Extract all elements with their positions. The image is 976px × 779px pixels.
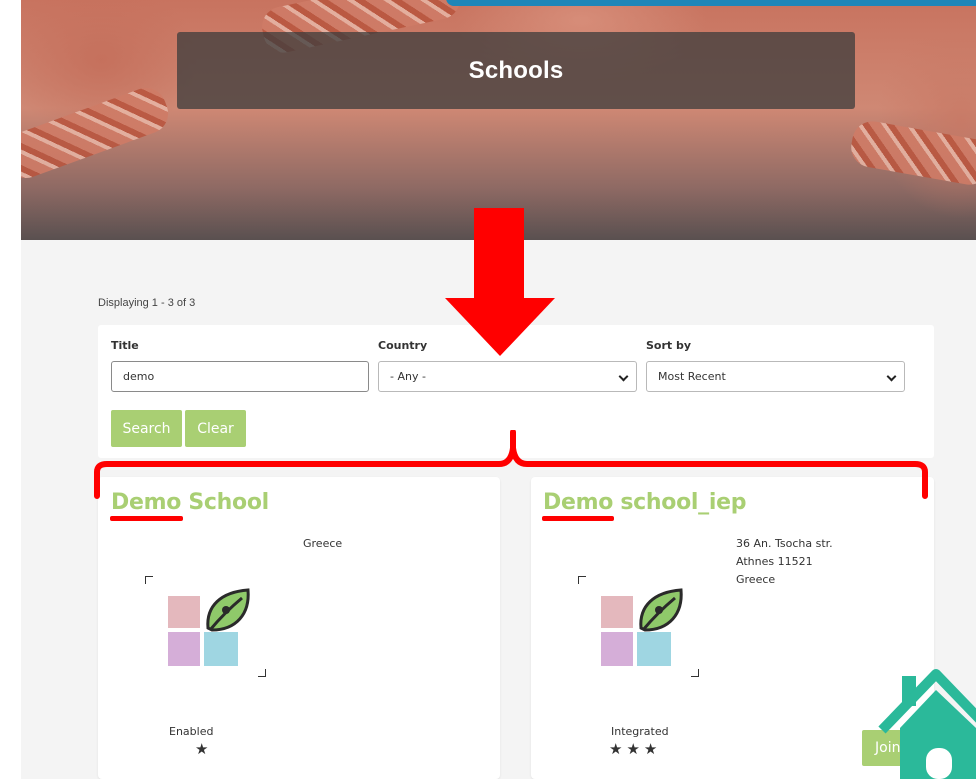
star-icon: ★★★ — [609, 741, 662, 758]
country-select-value: - Any - — [390, 370, 426, 383]
results-count: Displaying 1 - 3 of 3 — [98, 297, 196, 309]
page-title: Schools — [468, 56, 564, 84]
hero-photo-detail — [21, 82, 174, 184]
clear-button[interactable]: Clear — [185, 410, 246, 447]
school-card-address-line: Greece — [303, 537, 343, 550]
school-card-title[interactable]: Demo school_iep — [543, 490, 746, 515]
hero-photo-detail — [848, 118, 976, 188]
search-button[interactable]: Search — [111, 410, 182, 447]
sort-select-value: Most Recent — [658, 370, 726, 383]
school-card-address: 36 An. Tsocha str. Athnes 11521 Greece — [736, 535, 833, 589]
title-filter-label: Title — [111, 339, 139, 352]
page-title-bar: Schools — [177, 32, 855, 109]
address-line: Greece — [736, 573, 776, 586]
image-frame-corner — [258, 669, 266, 677]
sort-select[interactable]: Most Recent — [646, 361, 905, 392]
country-filter-label: Country — [378, 339, 428, 352]
school-card-title[interactable]: Demo School — [111, 490, 269, 515]
school-logo-icon — [601, 588, 683, 666]
sort-filter-label: Sort by — [646, 339, 692, 352]
address-line: Athnes 11521 — [736, 555, 813, 568]
chevron-down-icon — [618, 371, 629, 382]
school-logo-icon — [168, 588, 250, 666]
join-button[interactable]: Join — [862, 730, 914, 766]
school-status: Integrated — [611, 725, 669, 738]
country-select[interactable]: - Any - — [378, 361, 637, 392]
underline-annotation — [110, 516, 183, 521]
school-card — [98, 477, 500, 779]
image-frame-corner — [691, 669, 699, 677]
star-icon: ★ — [195, 741, 213, 758]
image-frame-corner — [145, 576, 153, 584]
image-frame-corner — [578, 576, 586, 584]
address-line: 36 An. Tsocha str. — [736, 537, 833, 550]
underline-annotation — [542, 516, 614, 521]
title-search-value: demo — [123, 370, 155, 383]
chevron-down-icon — [886, 371, 897, 382]
title-search-input[interactable]: demo — [111, 361, 369, 392]
header-accent-stripe — [446, 0, 976, 6]
school-status: Enabled — [169, 725, 214, 738]
